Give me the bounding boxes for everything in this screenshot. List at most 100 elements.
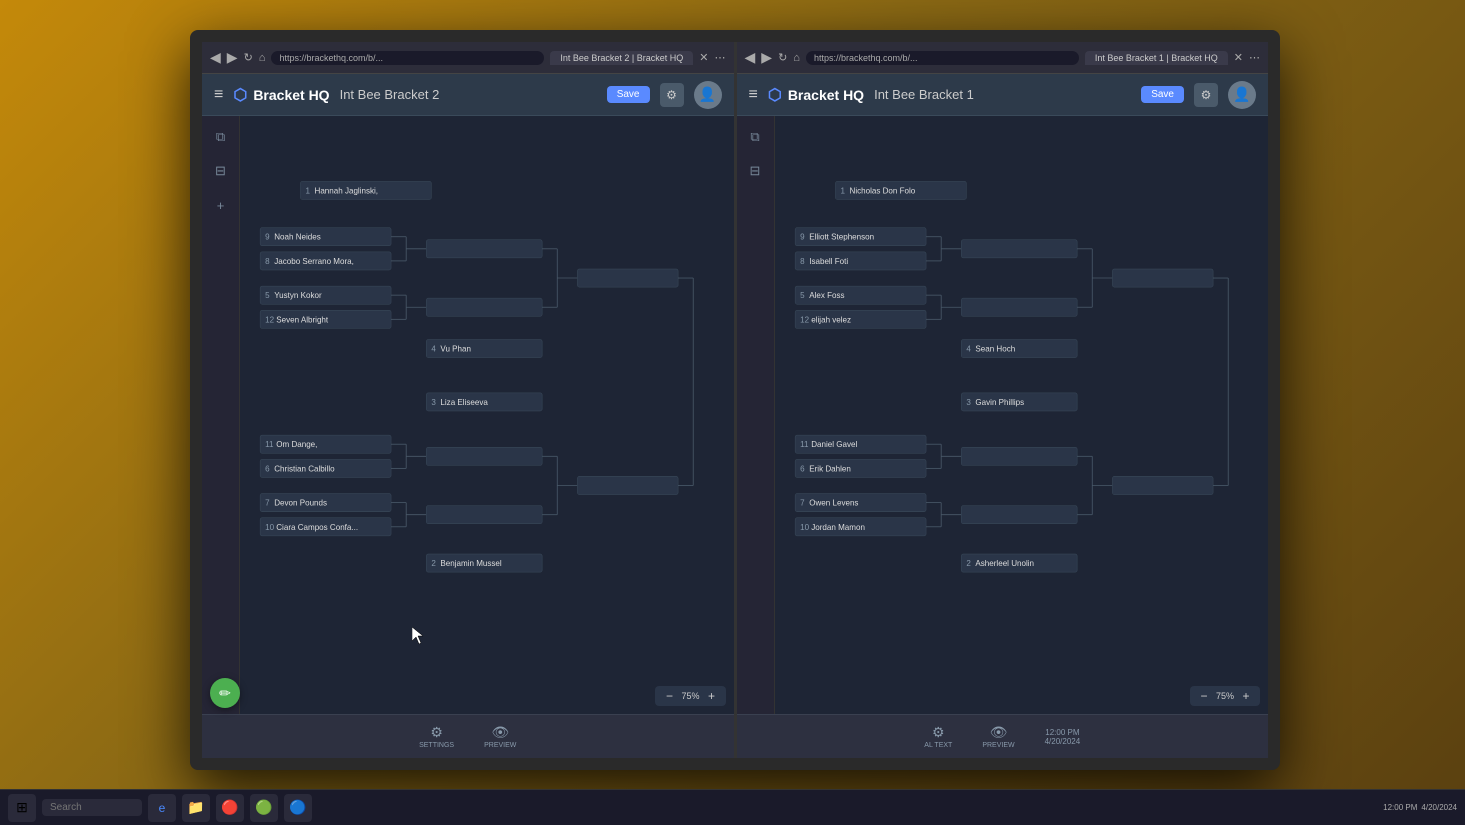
- logo-icon-right: ⬡: [768, 85, 782, 105]
- zoom-out-button-left[interactable]: −: [661, 688, 677, 704]
- address-bar-right[interactable]: https://brackethq.com/b/...: [806, 51, 1079, 65]
- svg-text:Daniel Gavel: Daniel Gavel: [811, 440, 857, 449]
- address-bar-left[interactable]: https://brackethq.com/b/...: [271, 51, 544, 65]
- svg-text:10: 10: [800, 523, 809, 532]
- sidebar-icon-plus[interactable]: +: [208, 192, 234, 218]
- taskbar-app1[interactable]: 🔴: [216, 794, 244, 822]
- zoom-out-button-right[interactable]: −: [1196, 688, 1212, 704]
- time-display-right: 12:00 PM 4/20/2024: [1045, 728, 1081, 746]
- settings-icon-right[interactable]: ⚙: [1194, 83, 1218, 107]
- close-tab-left[interactable]: ✕: [699, 51, 708, 64]
- nav-refresh-right[interactable]: ↻: [778, 51, 787, 64]
- svg-text:5: 5: [800, 291, 805, 300]
- svg-text:3: 3: [431, 398, 436, 407]
- bracket-canvas-left: 1 Hannah Jaglinski, 9 Noah Neides 8 Jaco…: [240, 116, 734, 714]
- browser-tab-right[interactable]: Int Bee Bracket 1 | Bracket HQ: [1085, 51, 1228, 65]
- windows-taskbar: ⊞ e 📁 🔴 🟢 🔵 12:00 PM 4/20/2024: [0, 789, 1465, 825]
- app-logo-left: ⬡ Bracket HQ: [233, 85, 329, 105]
- app-header-left: ≡ ⬡ Bracket HQ Int Bee Bracket 2 Save ⚙ …: [202, 74, 734, 116]
- svg-text:7: 7: [800, 499, 805, 508]
- taskbar-search[interactable]: [42, 799, 142, 816]
- sidebar-icon-bracket[interactable]: ⊟: [208, 158, 234, 184]
- taskbar-app2[interactable]: 🟢: [250, 794, 278, 822]
- svg-text:Isabell Foti: Isabell Foti: [809, 257, 848, 266]
- system-time: 12:00 PM: [1383, 803, 1417, 812]
- svg-text:Vu Phan: Vu Phan: [440, 345, 471, 354]
- bracket-svg-right: 1 Nicholas Don Folo 9 Elliott Stephenson…: [775, 116, 1269, 714]
- svg-text:Owen Levens: Owen Levens: [809, 499, 858, 508]
- sidebar-icon-copy[interactable]: ⧉: [208, 124, 234, 150]
- monitor: ◀ ▶ ↻ ⌂ https://brackethq.com/b/... Int …: [190, 30, 1280, 770]
- svg-text:Jacobo Serrano Mora,: Jacobo Serrano Mora,: [274, 257, 354, 266]
- bottom-toolbar-left: ⚙ SETTINGS 👁 PREVIEW: [202, 714, 734, 758]
- svg-text:1: 1: [305, 186, 310, 195]
- nav-home-left[interactable]: ⌂: [259, 52, 266, 64]
- zoom-label-left: 75%: [681, 691, 699, 701]
- settings-toolbar-item-left[interactable]: ⚙ SETTINGS: [419, 724, 454, 749]
- nav-back-left[interactable]: ◀: [210, 49, 221, 66]
- svg-text:4: 4: [966, 345, 971, 354]
- main-area-left: ⧉ ⊟ + 1 Hannah Jaglinski, 9: [202, 116, 734, 714]
- svg-text:Ciara Campos Confa...: Ciara Campos Confa...: [276, 523, 358, 532]
- menu-dots-right[interactable]: ⋯: [1249, 51, 1260, 64]
- svg-text:8: 8: [800, 257, 805, 266]
- svg-text:Christian Calbillo: Christian Calbillo: [274, 464, 335, 473]
- close-tab-right[interactable]: ✕: [1234, 51, 1243, 64]
- logo-icon-left: ⬡: [233, 85, 247, 105]
- svg-text:elijah velez: elijah velez: [811, 315, 851, 324]
- avatar-left[interactable]: 👤: [694, 81, 722, 109]
- svg-text:Jordan Mamon: Jordan Mamon: [811, 523, 865, 532]
- left-sidebar-left: ⧉ ⊟ +: [202, 116, 240, 714]
- menu-dots-left[interactable]: ⋯: [715, 51, 726, 64]
- svg-text:7: 7: [265, 499, 270, 508]
- taskbar-system-tray: 12:00 PM 4/20/2024: [1383, 803, 1457, 812]
- browser-tab-left[interactable]: Int Bee Bracket 2 | Bracket HQ: [550, 51, 693, 65]
- save-button-right[interactable]: Save: [1141, 86, 1184, 103]
- svg-text:Sean Hoch: Sean Hoch: [975, 345, 1015, 354]
- bracket-canvas-right: 1 Nicholas Don Folo 9 Elliott Stephenson…: [775, 116, 1269, 714]
- zoom-in-button-left[interactable]: +: [704, 688, 720, 704]
- fab-pencil-left[interactable]: ✏: [210, 678, 240, 708]
- nav-forward-right[interactable]: ▶: [761, 49, 772, 66]
- nav-home-right[interactable]: ⌂: [793, 52, 800, 64]
- svg-text:Gavin Phillips: Gavin Phillips: [975, 398, 1024, 407]
- zoom-controls-right: − 75% +: [1190, 686, 1260, 706]
- taskbar-edge[interactable]: e: [148, 794, 176, 822]
- svg-text:Om Dange,: Om Dange,: [276, 440, 317, 449]
- settings-icon-left[interactable]: ⚙: [660, 83, 684, 107]
- svg-text:2: 2: [966, 559, 971, 568]
- browser-chrome-left: ◀ ▶ ↻ ⌂ https://brackethq.com/b/... Int …: [202, 42, 734, 74]
- taskbar-app3[interactable]: 🔵: [284, 794, 312, 822]
- svg-text:Noah Neides: Noah Neides: [274, 233, 321, 242]
- svg-text:Elliott Stephenson: Elliott Stephenson: [809, 233, 874, 242]
- avatar-right[interactable]: 👤: [1228, 81, 1256, 109]
- svg-text:1: 1: [840, 186, 845, 195]
- browser-left: ◀ ▶ ↻ ⌂ https://brackethq.com/b/... Int …: [202, 42, 737, 758]
- preview-toolbar-item-left[interactable]: 👁 PREVIEW: [484, 724, 516, 749]
- svg-text:4: 4: [431, 345, 436, 354]
- main-area-right: ⧉ ⊟ 1 Nicholas Don Folo 9 Elliott Stephe…: [737, 116, 1269, 714]
- save-button-left[interactable]: Save: [607, 86, 650, 103]
- sidebar-icon-bracket-right[interactable]: ⊟: [742, 158, 768, 184]
- browser-right: ◀ ▶ ↻ ⌂ https://brackethq.com/b/... Int …: [737, 42, 1269, 758]
- settings-toolbar-item-right[interactable]: ⚙ AL TEXT: [924, 724, 952, 749]
- svg-text:9: 9: [800, 233, 805, 242]
- hamburger-icon-right[interactable]: ≡: [749, 86, 758, 104]
- sidebar-icon-copy-right[interactable]: ⧉: [742, 124, 768, 150]
- zoom-controls-left: − 75% +: [655, 686, 725, 706]
- left-sidebar-right: ⧉ ⊟: [737, 116, 775, 714]
- nav-refresh-left[interactable]: ↻: [244, 51, 253, 64]
- nav-back-right[interactable]: ◀: [745, 49, 756, 66]
- svg-text:Asherleel Unolin: Asherleel Unolin: [975, 559, 1034, 568]
- hamburger-icon-left[interactable]: ≡: [214, 86, 223, 104]
- app-header-right: ≡ ⬡ Bracket HQ Int Bee Bracket 1 Save ⚙ …: [737, 74, 1269, 116]
- svg-text:8: 8: [265, 257, 270, 266]
- taskbar-explorer[interactable]: 📁: [182, 794, 210, 822]
- preview-toolbar-item-right[interactable]: 👁 PREVIEW: [982, 724, 1014, 749]
- svg-text:Hannah Jaglinski,: Hannah Jaglinski,: [315, 186, 379, 195]
- nav-forward-left[interactable]: ▶: [227, 49, 238, 66]
- zoom-in-button-right[interactable]: +: [1238, 688, 1254, 704]
- svg-text:Erik Dahlen: Erik Dahlen: [809, 464, 851, 473]
- taskbar-start[interactable]: ⊞: [8, 794, 36, 822]
- svg-text:Nicholas Don Folo: Nicholas Don Folo: [849, 186, 915, 195]
